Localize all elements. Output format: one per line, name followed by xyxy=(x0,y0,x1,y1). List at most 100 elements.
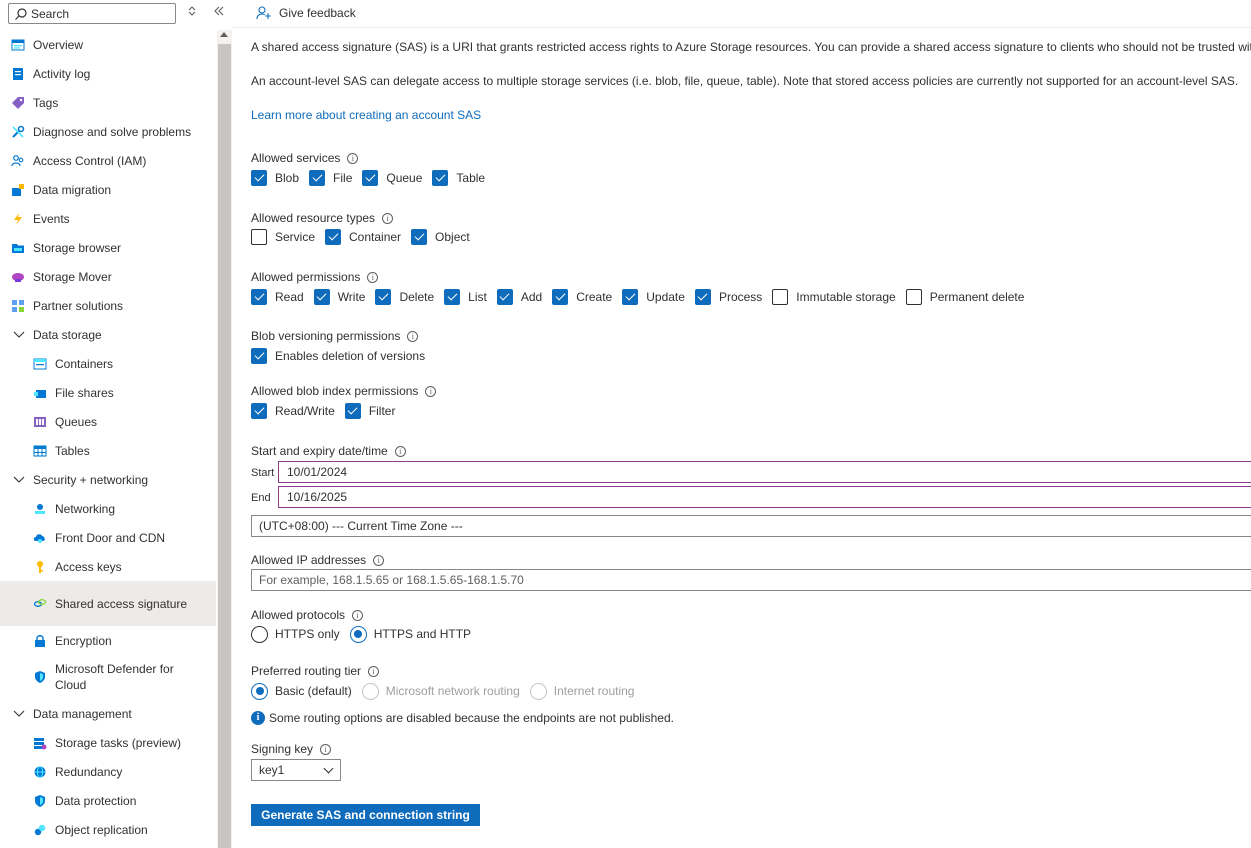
sidebar-item-data-protection[interactable]: Data protection xyxy=(0,786,216,815)
sidebar-item-queues[interactable]: Queues xyxy=(0,407,216,436)
immutable-storage-checkbox[interactable]: Immutable storage xyxy=(772,289,896,305)
update-checkbox[interactable]: Update xyxy=(622,289,685,305)
sidebar-group-data-management[interactable]: Data management xyxy=(0,699,216,728)
sidebar-item-shared-access-signature[interactable]: Shared access signature xyxy=(0,581,216,626)
basic-default-radio[interactable]: Basic (default) xyxy=(251,682,352,700)
sidebar-item-front-door[interactable]: Front Door and CDN xyxy=(0,523,216,552)
checkbox-box[interactable] xyxy=(251,229,267,245)
sidebar-item-partner-solutions[interactable]: Partner solutions xyxy=(0,291,216,320)
table-checkbox[interactable]: Table xyxy=(432,170,485,186)
read-checkbox[interactable]: Read xyxy=(251,289,304,305)
checkbox-box[interactable] xyxy=(496,289,513,305)
container-checkbox[interactable]: Container xyxy=(325,229,401,245)
process-checkbox[interactable]: Process xyxy=(694,289,762,305)
checkbox-box[interactable] xyxy=(552,289,569,305)
checkbox-box[interactable] xyxy=(309,170,326,186)
delete-checkbox[interactable]: Delete xyxy=(375,289,434,305)
list-checkbox[interactable]: List xyxy=(444,289,487,305)
info-icon[interactable]: i xyxy=(407,330,419,342)
write-checkbox[interactable]: Write xyxy=(313,289,365,305)
checkbox-box[interactable] xyxy=(375,289,392,305)
radio-circle[interactable] xyxy=(349,625,367,643)
add-checkbox[interactable]: Add xyxy=(496,289,542,305)
sidebar-item-defender[interactable]: Microsoft Defender for Cloud xyxy=(0,655,216,699)
scroll-up-icon[interactable] xyxy=(220,32,228,37)
search-input[interactable] xyxy=(31,6,171,21)
checkbox-box[interactable] xyxy=(444,289,461,305)
checkbox-box[interactable] xyxy=(432,170,449,186)
service-checkbox[interactable]: Service xyxy=(251,229,315,245)
sort-icon[interactable] xyxy=(184,5,200,21)
sidebar-item-storage-mover[interactable]: Storage Mover xyxy=(0,262,216,291)
info-icon[interactable]: i xyxy=(347,152,359,164)
info-icon[interactable]: i xyxy=(373,554,385,566)
sidebar-item-iam[interactable]: Access Control (IAM) xyxy=(0,146,216,175)
info-icon[interactable]: i xyxy=(394,445,406,457)
info-icon[interactable]: i xyxy=(425,385,437,397)
blob-checkbox[interactable]: Blob xyxy=(251,170,299,186)
info-icon[interactable]: i xyxy=(382,212,394,224)
checkbox-box[interactable] xyxy=(622,289,639,305)
create-checkbox[interactable]: Create xyxy=(552,289,612,305)
read-write-checkbox[interactable]: Read/Write xyxy=(251,403,335,419)
sidebar-group-security-networking[interactable]: Security + networking xyxy=(0,465,216,494)
collapse-menu-icon[interactable] xyxy=(211,5,227,21)
queue-checkbox[interactable]: Queue xyxy=(362,170,422,186)
checkbox-box[interactable] xyxy=(251,289,267,305)
sidebar-item-overview[interactable]: Overview xyxy=(0,30,216,59)
allowed-ip-input[interactable] xyxy=(251,569,1251,591)
give-feedback-button[interactable]: Give feedback xyxy=(256,4,356,22)
sidebar-group-data-storage[interactable]: Data storage xyxy=(0,320,216,349)
sidebar-item-events[interactable]: Events xyxy=(0,204,216,233)
info-icon[interactable]: i xyxy=(367,271,379,283)
sidebar-item-networking[interactable]: Networking xyxy=(0,494,216,523)
sidebar-item-tables[interactable]: Tables xyxy=(0,436,216,465)
sidebar-item-access-keys[interactable]: Access keys xyxy=(0,552,216,581)
checkbox-box[interactable] xyxy=(251,348,267,364)
sidebar-item-containers[interactable]: Containers xyxy=(0,349,216,378)
sidebar-item-activity-log[interactable]: Activity log xyxy=(0,59,216,88)
object-checkbox[interactable]: Object xyxy=(411,229,470,245)
timezone-dropdown[interactable]: (UTC+08:00) --- Current Time Zone --- xyxy=(251,515,1251,537)
radio-circle[interactable] xyxy=(251,625,268,643)
checkbox-box[interactable] xyxy=(313,289,330,305)
sidebar-item-redundancy[interactable]: Redundancy xyxy=(0,757,216,786)
checkbox-box[interactable] xyxy=(411,229,428,245)
sidebar-scroll-thumb[interactable] xyxy=(218,44,231,848)
enables-deletion-of-versions-checkbox[interactable]: Enables deletion of versions xyxy=(251,348,425,364)
checkbox-box[interactable] xyxy=(251,403,267,419)
checkbox-box[interactable] xyxy=(772,289,789,305)
search-box[interactable] xyxy=(8,3,176,24)
signing-key-dropdown[interactable]: key1 xyxy=(251,759,341,781)
sidebar-item-diagnose[interactable]: Diagnose and solve problems xyxy=(0,117,216,146)
learn-more-link[interactable]: Learn more about creating an account SAS xyxy=(251,108,481,122)
sidebar-item-storage-tasks[interactable]: Storage tasks (preview) xyxy=(0,728,216,757)
info-icon[interactable]: i xyxy=(368,665,380,677)
checkbox-box[interactable] xyxy=(905,289,922,305)
allowed-permissions-group: Read Write Delete List Add Create Update Proces… xyxy=(251,288,1034,306)
https-only-radio[interactable]: HTTPS only xyxy=(251,625,340,643)
checkbox-box[interactable] xyxy=(251,170,267,186)
generate-sas-button[interactable]: Generate SAS and connection string xyxy=(251,804,480,826)
checkbox-box[interactable] xyxy=(694,289,711,305)
info-icon[interactable]: i xyxy=(320,743,332,755)
end-date-input[interactable] xyxy=(278,486,1251,508)
sidebar-item-data-migration[interactable]: Data migration xyxy=(0,175,216,204)
checkbox-box[interactable] xyxy=(362,170,379,186)
radio-circle[interactable] xyxy=(251,682,268,700)
checkbox-box[interactable] xyxy=(325,229,342,245)
sidebar-item-storage-browser[interactable]: Storage browser xyxy=(0,233,216,262)
info-icon[interactable]: i xyxy=(352,609,364,621)
file-checkbox[interactable]: File xyxy=(309,170,352,186)
filter-checkbox[interactable]: Filter xyxy=(344,403,395,419)
sidebar-item-file-shares[interactable]: File shares xyxy=(0,378,216,407)
sidebar-item-object-replication[interactable]: Object replication xyxy=(0,815,216,844)
permanent-delete-checkbox[interactable]: Permanent delete xyxy=(905,289,1024,305)
sidebar-item-tags[interactable]: Tags xyxy=(0,88,216,117)
checkbox-box[interactable] xyxy=(344,403,361,419)
blob-versioning-label: Blob versioning permissions i xyxy=(251,329,419,343)
start-date-input[interactable] xyxy=(278,461,1251,483)
https-and-http-radio[interactable]: HTTPS and HTTP xyxy=(349,625,471,643)
sidebar-item-encryption[interactable]: Encryption xyxy=(0,626,216,655)
radio-label: Internet routing xyxy=(553,684,635,698)
